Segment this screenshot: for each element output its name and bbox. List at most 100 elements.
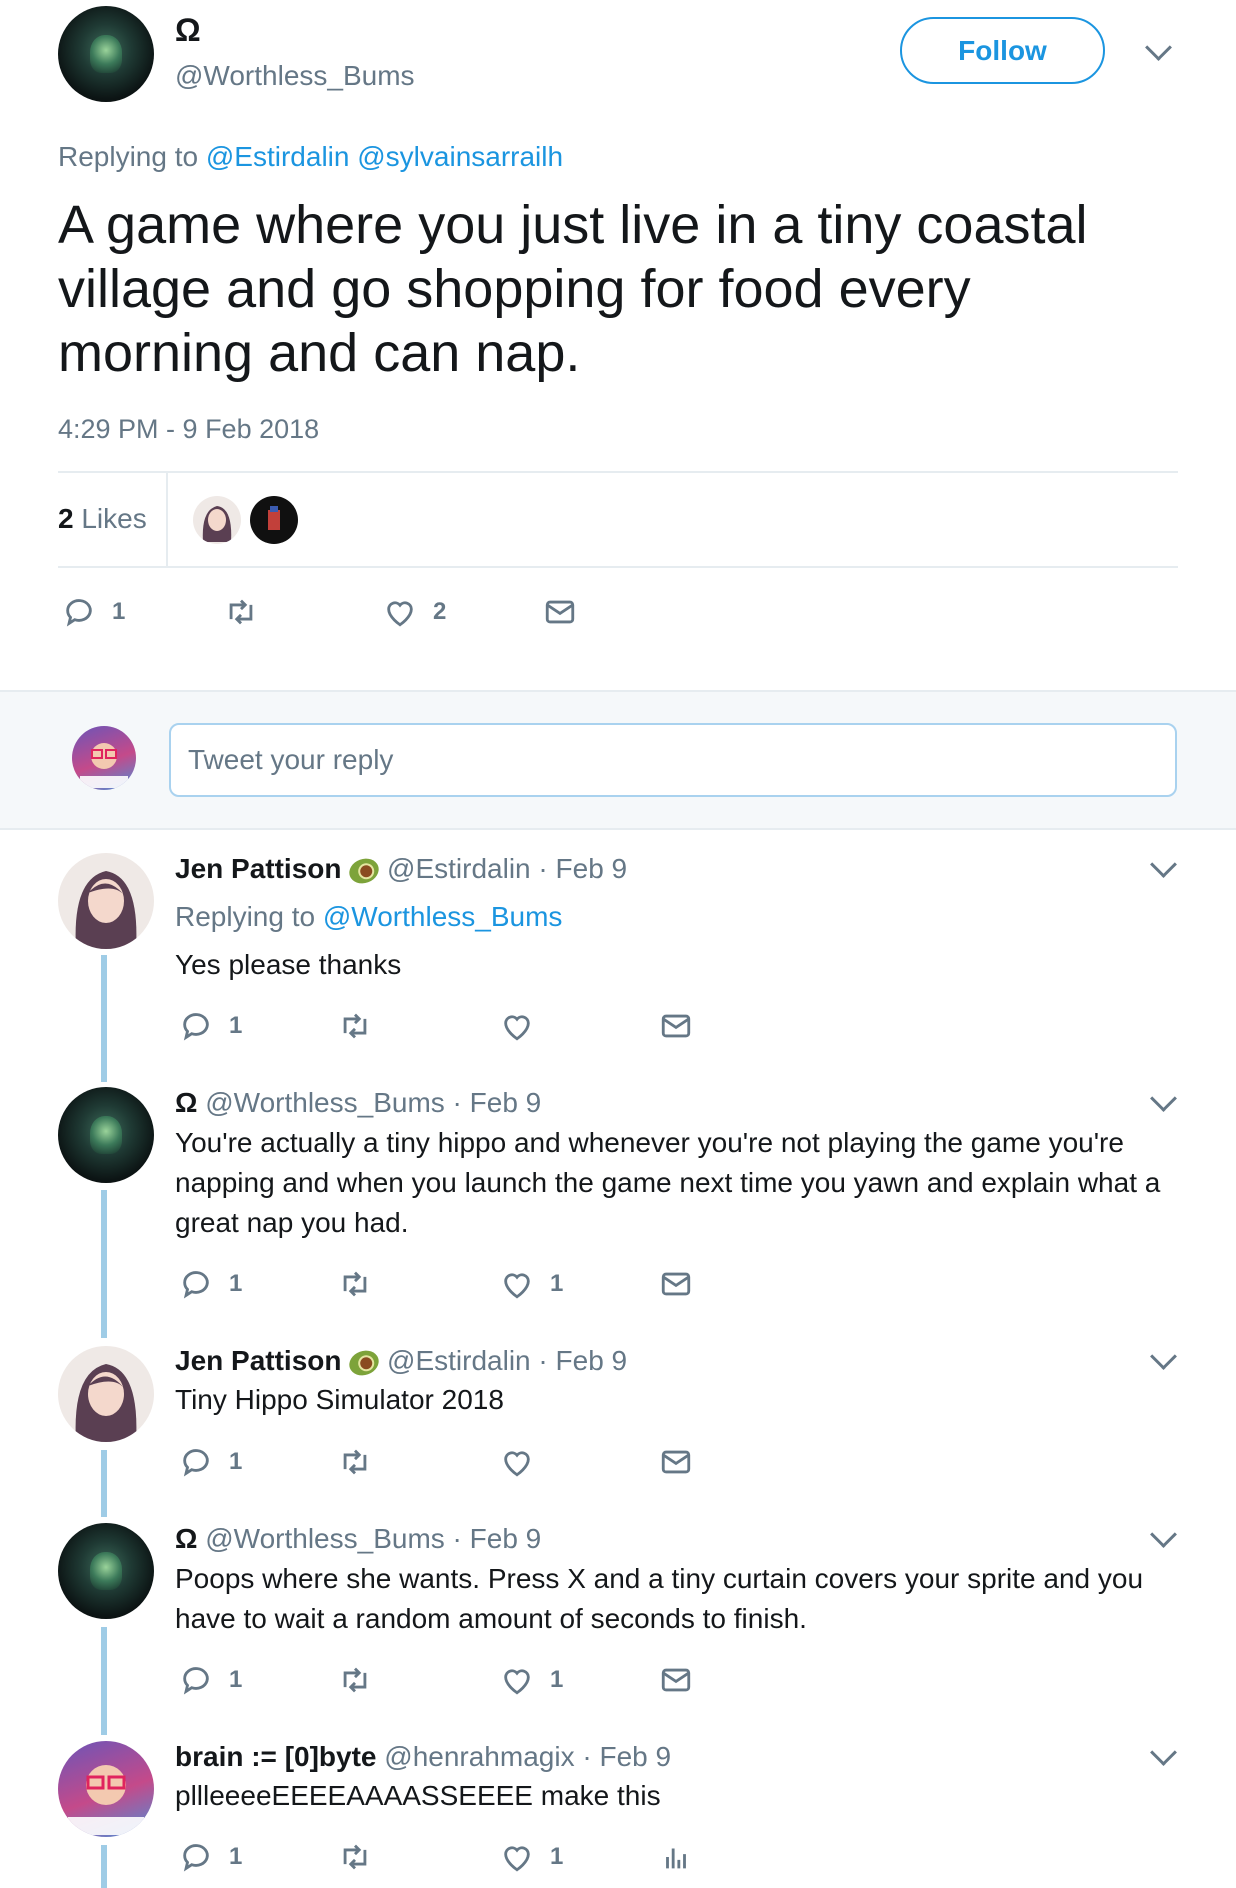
- tweet-text: A game where you just live in a tiny coa…: [58, 195, 1088, 383]
- likes-stat[interactable]: 2 Likes: [58, 503, 147, 535]
- reply-author-handle[interactable]: @Estirdalin: [387, 1345, 531, 1376]
- analytics-action[interactable]: [659, 1840, 693, 1874]
- dm-action[interactable]: [543, 595, 577, 629]
- like-action[interactable]: 2: [383, 595, 446, 629]
- like-action[interactable]: [500, 1009, 550, 1043]
- reply-avatar[interactable]: [58, 853, 154, 949]
- thread-line: [101, 955, 107, 1082]
- reply-options-chevron-icon[interactable]: [1150, 1085, 1177, 1112]
- mention-link[interactable]: @sylvainsarrailh: [357, 141, 563, 172]
- reply-action[interactable]: 1: [179, 1445, 242, 1479]
- retweet-action[interactable]: [336, 1663, 374, 1697]
- reply-date[interactable]: · Feb 9: [538, 1345, 627, 1376]
- reply-count: 1: [229, 1843, 243, 1870]
- like-action[interactable]: 1: [500, 1267, 563, 1301]
- reply-header: Ω @Worthless_Bums · Feb 9: [175, 1523, 541, 1555]
- liker-avatar[interactable]: [250, 496, 298, 544]
- dm-action[interactable]: [659, 1445, 693, 1479]
- thread-line: [101, 1627, 107, 1735]
- reply-icon: [183, 1844, 209, 1872]
- author-handle[interactable]: @Worthless_Bums: [175, 60, 415, 92]
- envelope-icon: [545, 600, 575, 624]
- reply-count: 1: [229, 1012, 243, 1039]
- reply-action[interactable]: 1: [179, 1663, 242, 1697]
- reply-text: Yes please thanks: [175, 949, 402, 980]
- reply-icon: [183, 1271, 209, 1299]
- retweet-action[interactable]: [336, 1267, 374, 1301]
- tweet-timestamp[interactable]: 4:29 PM - 9 Feb 2018: [58, 414, 319, 445]
- reply-options-chevron-icon[interactable]: [1150, 1343, 1177, 1370]
- reply-date[interactable]: · Feb 9: [453, 1523, 542, 1554]
- divider: [58, 566, 1178, 568]
- like-count: 1: [550, 1666, 564, 1693]
- divider: [58, 471, 1178, 473]
- retweet-icon: [343, 1271, 367, 1297]
- reply-author-handle[interactable]: @Worthless_Bums: [205, 1087, 445, 1118]
- retweet-icon: [343, 1667, 367, 1693]
- heart-icon: [504, 1846, 530, 1872]
- reply-count: 1: [229, 1448, 243, 1475]
- reply-replying-to: Replying to @Worthless_Bums: [175, 901, 562, 933]
- reply-options-chevron-icon[interactable]: [1150, 1739, 1177, 1766]
- retweet-action[interactable]: [222, 595, 260, 629]
- envelope-icon: [661, 1450, 691, 1474]
- author-name[interactable]: Ω: [175, 12, 201, 49]
- reply-action[interactable]: 1: [62, 595, 125, 629]
- heart-icon: [504, 1451, 530, 1477]
- my-avatar[interactable]: [72, 726, 136, 790]
- reply-action[interactable]: 1: [179, 1267, 242, 1301]
- reply-avatar[interactable]: [58, 1087, 154, 1183]
- reply-author-name[interactable]: Ω: [175, 1523, 197, 1554]
- reply-icon: [183, 1449, 209, 1477]
- retweet-action[interactable]: [336, 1445, 374, 1479]
- thread-line: [101, 1845, 107, 1888]
- reply-author-handle[interactable]: @henrahmagix: [384, 1741, 574, 1772]
- dm-action[interactable]: [659, 1267, 693, 1301]
- reply-author-name[interactable]: Ω: [175, 1087, 197, 1118]
- retweet-action[interactable]: [336, 1840, 374, 1874]
- dm-action[interactable]: [659, 1663, 693, 1697]
- envelope-icon: [661, 1668, 691, 1692]
- liker-avatar[interactable]: [193, 496, 241, 544]
- reply-options-chevron-icon[interactable]: [1150, 1521, 1177, 1548]
- heart-icon: [504, 1273, 530, 1299]
- reply-header: Ω @Worthless_Bums · Feb 9: [175, 1087, 541, 1119]
- retweet-icon: [343, 1449, 367, 1475]
- dm-action[interactable]: [659, 1009, 693, 1043]
- reply-avatar[interactable]: [58, 1346, 154, 1442]
- reply-header: brain := [0]byte @henrahmagix · Feb 9: [175, 1741, 671, 1773]
- replying-prefix: Replying to: [58, 141, 199, 172]
- mention-link[interactable]: @Estirdalin: [206, 141, 350, 172]
- like-action[interactable]: 1: [500, 1840, 563, 1874]
- heart-icon: [504, 1015, 530, 1041]
- reply-author-name[interactable]: Jen Pattison: [175, 1345, 341, 1376]
- retweet-action[interactable]: [336, 1009, 374, 1043]
- reply-avatar[interactable]: [58, 1741, 154, 1837]
- mention-link[interactable]: @Worthless_Bums: [323, 901, 563, 932]
- reply-author-handle[interactable]: @Estirdalin: [387, 853, 531, 884]
- reply-date[interactable]: · Feb 9: [453, 1087, 542, 1118]
- tweet-options-chevron-icon[interactable]: [1145, 34, 1172, 61]
- reply-text: You're actually a tiny hippo and wheneve…: [175, 1127, 1161, 1238]
- reply-action[interactable]: 1: [179, 1009, 242, 1043]
- reply-text: pllleeeeEEEEAAAASSEEEE make this: [175, 1780, 661, 1811]
- reply-options-chevron-icon[interactable]: [1150, 851, 1177, 878]
- envelope-icon: [661, 1272, 691, 1296]
- like-action[interactable]: [500, 1445, 550, 1479]
- retweet-icon: [343, 1844, 367, 1870]
- reply-author-name[interactable]: Jen Pattison: [175, 853, 341, 884]
- follow-button[interactable]: Follow: [900, 17, 1105, 84]
- reply-header: Jen Pattison @Estirdalin · Feb 9: [175, 853, 627, 888]
- reply-author-name[interactable]: brain := [0]byte: [175, 1741, 376, 1772]
- reply-avatar[interactable]: [58, 1523, 154, 1619]
- reply-date[interactable]: · Feb 9: [538, 853, 627, 884]
- reply-action[interactable]: 1: [179, 1840, 242, 1874]
- vertical-divider: [166, 473, 168, 566]
- like-action[interactable]: 1: [500, 1663, 563, 1697]
- like-count: 1: [550, 1843, 564, 1870]
- reply-date[interactable]: · Feb 9: [582, 1741, 671, 1772]
- reply-author-handle[interactable]: @Worthless_Bums: [205, 1523, 445, 1554]
- reply-input[interactable]: Tweet your reply: [169, 723, 1177, 797]
- author-avatar[interactable]: [58, 6, 154, 102]
- reply-icon: [183, 1013, 209, 1041]
